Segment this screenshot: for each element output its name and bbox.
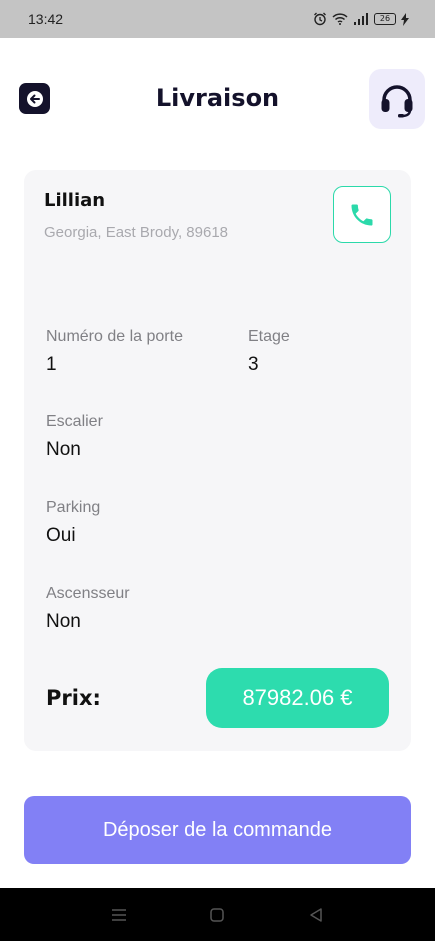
wifi-icon — [332, 13, 348, 25]
submit-order-button[interactable]: Déposer de la commande — [24, 796, 411, 864]
support-button[interactable] — [369, 69, 425, 129]
back-triangle-icon — [310, 907, 322, 922]
price-label: Prix: — [46, 686, 101, 710]
charging-icon — [401, 12, 409, 26]
home-key[interactable] — [197, 895, 237, 935]
floor-field: Etage 3 — [248, 328, 290, 376]
door-number-label: Numéro de la porte — [46, 328, 183, 345]
header: Livraison — [0, 38, 435, 158]
customer-address: Georgia, East Brody, 89618 — [44, 224, 228, 241]
delivery-card: Lillian Georgia, East Brody, 89618 Numér… — [24, 170, 411, 751]
door-number-value: 1 — [46, 354, 57, 375]
battery-level: 26 — [374, 13, 396, 25]
status-bar: 13:42 26 — [0, 0, 435, 38]
headset-icon — [381, 85, 413, 118]
phone-icon — [351, 204, 373, 225]
elevator-field: Ascensseur Non — [46, 585, 130, 633]
status-time: 13:42 — [28, 11, 64, 27]
back-key[interactable] — [296, 895, 336, 935]
door-number-field: Numéro de la porte 1 — [46, 328, 183, 376]
stairs-label: Escalier — [46, 413, 103, 430]
elevator-label: Ascensseur — [46, 585, 130, 602]
floor-value: 3 — [248, 354, 259, 375]
call-button[interactable] — [333, 186, 391, 243]
stairs-field: Escalier Non — [46, 413, 103, 461]
parking-field: Parking Oui — [46, 499, 100, 547]
parking-value: Oui — [46, 525, 76, 546]
stairs-value: Non — [46, 439, 81, 460]
price-badge: 87982.06 € — [206, 668, 389, 728]
elevator-value: Non — [46, 611, 81, 632]
battery-icon: 26 — [374, 13, 396, 25]
menu-icon — [112, 908, 127, 921]
floor-label: Etage — [248, 328, 290, 345]
menu-key[interactable] — [99, 895, 139, 935]
parking-label: Parking — [46, 499, 101, 516]
status-icons: 26 — [313, 12, 409, 26]
alarm-icon — [313, 12, 327, 26]
signal-icon — [353, 13, 369, 25]
system-navigation-bar — [0, 888, 435, 941]
home-icon — [210, 907, 225, 922]
customer-name: Lillian — [44, 190, 106, 211]
